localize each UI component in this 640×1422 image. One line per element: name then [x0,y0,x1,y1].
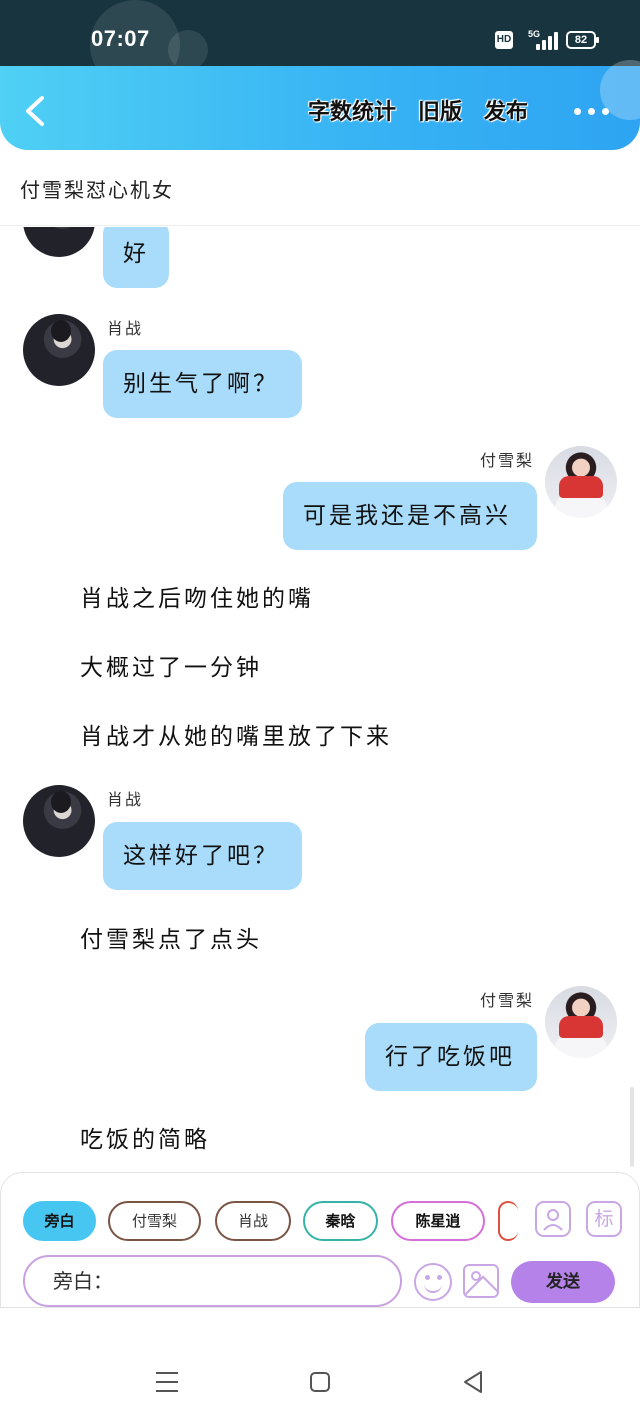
emoji-icon[interactable] [414,1263,452,1301]
battery-icon: 82 [566,31,599,49]
header-bar: 字数统计 旧版 发布 [0,60,640,150]
role-fu-xueli[interactable]: 付雪梨 [108,1201,201,1241]
narration-text[interactable]: 吃饭的简略 [80,1120,210,1154]
story-title[interactable]: 付雪梨怼心机女 [20,174,174,203]
narration-text[interactable]: 肖战才从她的嘴里放了下来 [80,717,392,751]
role-more[interactable] [498,1201,518,1241]
mark-icon[interactable]: 标 [586,1201,622,1237]
composer-panel: 旁白 付雪梨 肖战 秦晗 陈星逍 标 旁白： 发送 [0,1172,640,1308]
signal-icon [532,32,558,50]
sender-name: 肖战 [107,790,144,809]
message-bubble[interactable]: 别生气了啊？ [103,350,302,418]
back-triangle-icon[interactable] [462,1370,484,1394]
sender-name: 肖战 [107,319,144,338]
sender-name: 付雪梨 [479,451,534,470]
publish-button[interactable]: 发布 [484,94,528,126]
hd-icon: HD [495,31,513,49]
menu-icon[interactable] [156,1372,178,1392]
avatar-fu-xueli[interactable] [545,986,617,1058]
message-bubble[interactable]: 这样好了吧？ [103,822,302,890]
message-bubble[interactable]: 好 [103,227,169,288]
role-chen-xingxiao[interactable]: 陈星逍 [391,1201,485,1241]
avatar-xiao-zhan[interactable] [23,785,95,857]
dialogue-input[interactable]: 旁白： [23,1255,402,1307]
avatar-xiao-zhan[interactable] [23,314,95,386]
story-title-bar: 付雪梨怼心机女 [0,150,640,226]
image-icon[interactable] [463,1264,499,1298]
home-icon[interactable] [310,1372,330,1392]
message-bubble[interactable]: 可是我还是不高兴 [283,482,537,550]
avatar-fu-xueli[interactable] [545,446,617,518]
role-narrator[interactable]: 旁白 [23,1201,96,1241]
message-bubble[interactable]: 行了吃饭吧 [365,1023,537,1091]
send-button[interactable]: 发送 [511,1261,615,1303]
status-bar: 07:07 HD 5G 82 [0,0,640,90]
narration-text[interactable]: 大概过了一分钟 [80,648,262,682]
word-count-button[interactable]: 字数统计 [308,94,396,126]
system-nav-bar [0,1308,640,1422]
sender-name: 付雪梨 [479,991,534,1010]
narration-text[interactable]: 肖战之后吻住她的嘴 [80,579,314,613]
back-arrow-icon[interactable] [22,94,52,128]
decor-bubble [168,30,208,70]
more-options-icon[interactable] [574,104,610,118]
old-version-button[interactable]: 旧版 [418,94,462,126]
role-xiao-zhan[interactable]: 肖战 [215,1201,291,1241]
header-actions: 字数统计 旧版 发布 [308,94,528,126]
role-qin-han[interactable]: 秦晗 [303,1201,378,1241]
status-time: 07:07 [91,26,150,51]
avatar-xiao-zhan[interactable] [23,227,95,257]
scrollbar[interactable] [630,1087,634,1167]
contact-icon[interactable] [535,1201,571,1237]
chat-area[interactable]: 好 肖战 别生气了啊？ 付雪梨 可是我还是不高兴 肖战之后吻住她的嘴 大概过了一… [0,227,640,1172]
narration-text[interactable]: 付雪梨点了点头 [80,920,262,954]
